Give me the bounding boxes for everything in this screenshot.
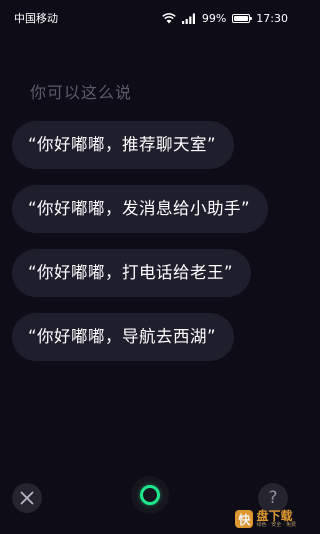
carrier-label: 中国移动	[14, 12, 58, 25]
suggestion-chip[interactable]: “你好嘟嘟，打电话给老王”	[12, 249, 252, 297]
watermark-text: 盘下载 绿色 · 安全 · 免费	[256, 510, 296, 528]
signal-icon	[181, 13, 195, 24]
close-icon	[20, 491, 34, 505]
wifi-icon	[162, 12, 176, 23]
battery-level-fill	[234, 15, 249, 21]
suggestion-row: “你好嘟嘟，发消息给小助手”	[12, 185, 288, 249]
watermark-badge: 快	[235, 510, 254, 528]
battery-percent: 99%	[201, 11, 227, 25]
watermark-logo: 快 盘下载 绿色 · 安全 · 免费	[235, 510, 296, 528]
watermark-sub: 绿色 · 安全 · 免费	[256, 522, 296, 528]
question-icon: ?	[268, 488, 278, 508]
suggestion-list: “你好嘟嘟，推荐聊天室” “你好嘟嘟，发消息给小助手” “你好嘟嘟，打电话给老王…	[12, 121, 288, 377]
watermark-main: 盘下载	[256, 509, 293, 523]
status-bar: 中国移动 99% 17:30	[0, 0, 300, 36]
suggestion-row: “你好嘟嘟，打电话给老王”	[12, 249, 288, 313]
suggestion-chip[interactable]: “你好嘟嘟，发消息给小助手”	[12, 185, 269, 233]
close-button[interactable]	[12, 483, 42, 513]
bottom-bar: ? 快 盘下载 绿色 · 安全 · 免费	[0, 464, 300, 534]
suggestion-chip[interactable]: “你好嘟嘟，导航去西湖”	[12, 313, 235, 361]
status-right: 99% 17:30	[162, 12, 288, 25]
voice-button[interactable]	[131, 476, 169, 514]
status-time: 17:30	[256, 11, 288, 25]
voice-ring-icon	[140, 485, 160, 505]
battery-icon	[232, 13, 253, 23]
suggestion-row: “你好嘟嘟，推荐聊天室”	[12, 121, 288, 185]
hint-title: 你可以这么说	[30, 83, 133, 102]
suggestion-chip[interactable]: “你好嘟嘟，推荐聊天室”	[12, 121, 235, 169]
status-left: 中国移动	[14, 10, 58, 26]
suggestion-row: “你好嘟嘟，导航去西湖”	[12, 313, 288, 377]
